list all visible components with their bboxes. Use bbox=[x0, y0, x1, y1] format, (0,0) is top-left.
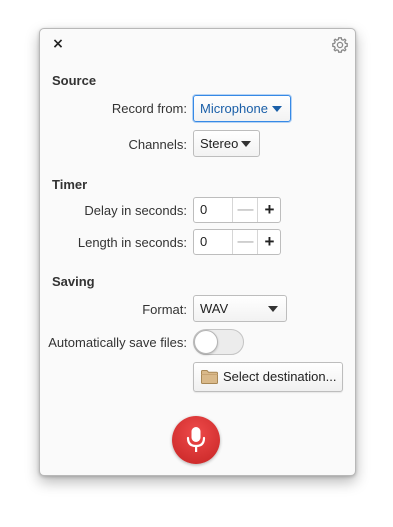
settings-button[interactable] bbox=[331, 36, 349, 54]
channels-dropdown[interactable]: Stereo bbox=[193, 130, 260, 157]
folder-icon bbox=[201, 370, 218, 384]
format-value: WAV bbox=[200, 301, 229, 316]
delay-input[interactable]: 0 bbox=[200, 198, 207, 222]
length-label: Length in seconds: bbox=[77, 235, 187, 250]
gear-icon bbox=[332, 37, 348, 53]
select-destination-label: Select destination... bbox=[223, 369, 337, 384]
chevron-down-icon bbox=[241, 141, 251, 147]
delay-decrement-button[interactable]: — bbox=[232, 198, 258, 222]
record-from-label: Record from: bbox=[111, 101, 187, 116]
section-title-timer: Timer bbox=[52, 177, 88, 192]
select-destination-button[interactable]: Select destination... bbox=[193, 362, 343, 392]
format-label: Format: bbox=[142, 302, 187, 317]
section-title-saving: Saving bbox=[52, 274, 95, 289]
delay-spinner: 0 — + bbox=[193, 197, 281, 223]
length-decrement-button[interactable]: — bbox=[232, 230, 258, 254]
channels-label: Channels: bbox=[128, 137, 187, 152]
format-dropdown[interactable]: WAV bbox=[193, 295, 287, 322]
close-button[interactable]: × bbox=[50, 36, 66, 52]
delay-label: Delay in seconds: bbox=[84, 203, 187, 218]
length-increment-button[interactable]: + bbox=[257, 230, 281, 254]
autosave-label: Automatically save files: bbox=[48, 335, 187, 350]
switch-knob bbox=[194, 330, 218, 354]
autosave-switch[interactable] bbox=[193, 329, 244, 355]
microphone-icon bbox=[186, 427, 206, 452]
channels-value: Stereo bbox=[200, 136, 239, 151]
chevron-down-icon bbox=[268, 306, 278, 312]
chevron-down-icon bbox=[272, 106, 282, 112]
delay-increment-button[interactable]: + bbox=[257, 198, 281, 222]
section-title-source: Source bbox=[52, 73, 97, 88]
record-from-dropdown[interactable]: Microphone bbox=[193, 95, 291, 122]
length-input[interactable]: 0 bbox=[200, 230, 207, 254]
record-from-value: Microphone bbox=[200, 101, 268, 116]
length-spinner: 0 — + bbox=[193, 229, 281, 255]
record-button[interactable] bbox=[172, 416, 220, 464]
app-window: × Source Record from: Microphone Channel… bbox=[39, 28, 356, 476]
